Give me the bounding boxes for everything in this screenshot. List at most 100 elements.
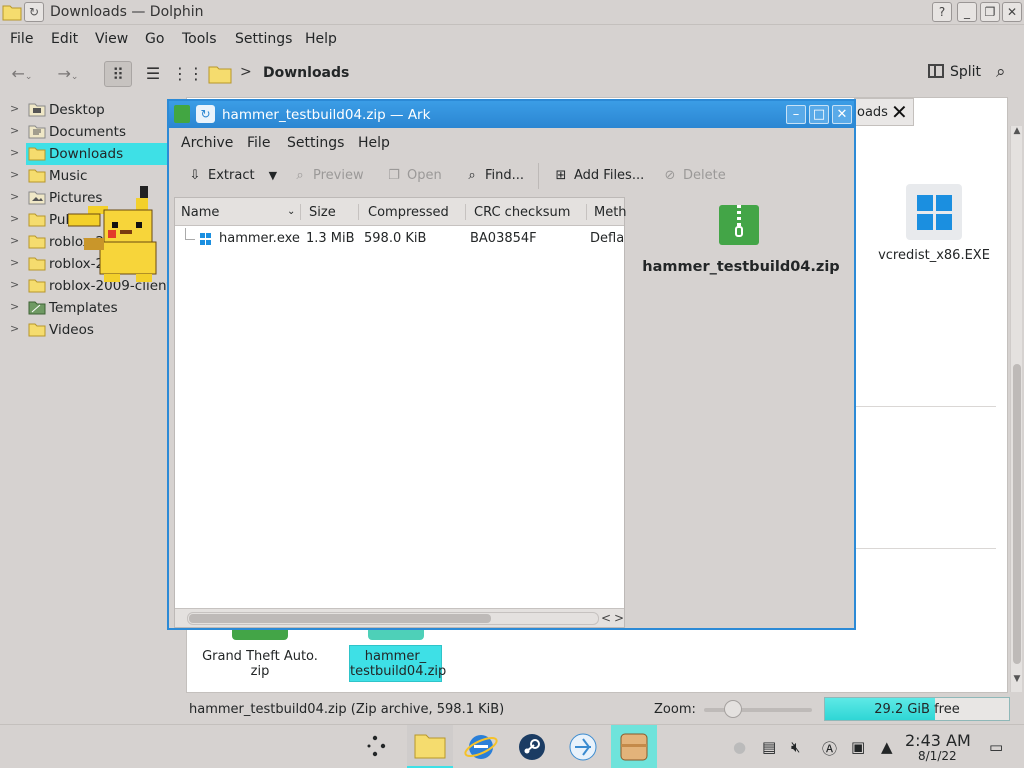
chevron-right-icon[interactable]: > (10, 256, 19, 269)
network-icon[interactable]: ▣ (851, 738, 865, 756)
menu-go[interactable]: Go (145, 31, 164, 47)
menu-view[interactable]: View (95, 31, 128, 47)
sidebar-item-documents[interactable]: > Documents (0, 121, 180, 143)
chevron-right-icon[interactable]: > (10, 322, 19, 335)
add-files-button[interactable]: ⊞ Add Files... (552, 168, 645, 183)
task-discover[interactable] (560, 725, 606, 768)
extract-button[interactable]: ⇩ Extract ▼ (186, 168, 277, 183)
selected-label: hammer_ testbuild04.zip (349, 645, 446, 682)
clock-date[interactable]: 8/1/22 (918, 749, 957, 763)
minimize-button[interactable]: _ (957, 2, 977, 22)
menu-settings[interactable]: Settings (287, 135, 344, 151)
task-dolphin[interactable] (407, 725, 453, 768)
column-method[interactable]: Meth (594, 205, 627, 220)
chevron-right-icon[interactable]: > (10, 300, 19, 313)
pin-icon[interactable]: ↻ (196, 105, 215, 123)
delete-label: Delete (683, 168, 726, 183)
show-desktop-icon[interactable]: ▭ (989, 738, 1003, 756)
back-icon[interactable]: ←⌄ (8, 61, 36, 87)
sidebar-item-label: Desktop (49, 102, 105, 118)
sidebar-item-videos[interactable]: > Videos (0, 319, 180, 341)
chevron-right-icon[interactable]: > (10, 234, 19, 247)
pikachu-sprite[interactable] (68, 186, 164, 286)
chevron-right-icon[interactable]: > (10, 168, 19, 181)
file-gta-zip[interactable]: Grand Theft Auto. zip (200, 628, 320, 679)
sidebar-item-desktop[interactable]: > Desktop (0, 99, 180, 121)
close-button[interactable]: ✕ (1002, 2, 1022, 22)
menu-settings[interactable]: Settings (235, 31, 292, 47)
sidebar-item-templates[interactable]: > Templates (0, 297, 180, 319)
menu-tools[interactable]: Tools (182, 31, 217, 47)
volume-muted-icon[interactable]: 🔇︎ (791, 738, 800, 756)
open-button[interactable]: ❐ Open (385, 168, 442, 183)
delete-button[interactable]: ⊘ Delete (661, 168, 726, 183)
compact-view-icon[interactable]: ☰ (139, 61, 167, 87)
icons-view-icon[interactable]: ⠿ (104, 61, 132, 87)
chevron-down-icon[interactable]: ▼ (269, 169, 277, 182)
keyboard-layout-icon[interactable]: Ⓐ (822, 738, 837, 759)
scroll-left-icon[interactable]: < (601, 611, 611, 625)
ark-window: ↻ hammer_testbuild04.zip — Ark – □ ✕ Arc… (167, 99, 856, 630)
file-vcredist[interactable]: vcredist_x86.EXE (878, 184, 990, 263)
chevron-right-icon[interactable]: > (10, 212, 19, 225)
clipboard-icon[interactable]: ▤ (762, 738, 776, 756)
search-icon[interactable]: ⌕ (996, 62, 1006, 82)
task-steam[interactable] (509, 725, 555, 768)
vertical-scrollbar[interactable]: ▲ ▼ (1010, 126, 1022, 692)
find-button[interactable]: ⌕ Find... (463, 168, 524, 183)
column-crc[interactable]: CRC checksum (474, 205, 570, 220)
chevron-right-icon[interactable]: > (10, 278, 19, 291)
minimize-button[interactable]: – (786, 105, 806, 124)
zoom-slider-handle[interactable] (724, 700, 742, 718)
file-hammer-zip[interactable]: hammer_ testbuild04.zip (349, 628, 446, 682)
tray-dot-icon[interactable]: ● (733, 738, 746, 756)
chevron-right-icon[interactable]: > (10, 102, 19, 115)
sidebar-item-downloads[interactable]: > Downloads (10, 143, 168, 165)
sidebar-item-music[interactable]: > Music (0, 165, 180, 187)
menu-edit[interactable]: Edit (51, 31, 78, 47)
dolphin-titlebar: ↻ Downloads — Dolphin ? _ ❐ ✕ (0, 0, 1024, 25)
task-internet-explorer[interactable] (458, 725, 504, 768)
chevron-right-icon[interactable]: > (10, 190, 19, 203)
menu-help[interactable]: Help (305, 31, 337, 47)
toolbar-separator (538, 163, 539, 189)
menu-archive[interactable]: Archive (181, 135, 233, 151)
restore-button[interactable]: ❐ (980, 2, 1000, 22)
split-button[interactable]: Split (928, 64, 981, 80)
breadcrumb[interactable]: Downloads (263, 65, 349, 81)
menu-file[interactable]: File (247, 135, 270, 151)
column-compressed[interactable]: Compressed (368, 205, 449, 220)
details-view-icon[interactable]: ⋮⋮ (172, 61, 204, 87)
forward-icon[interactable]: →⌄ (54, 61, 82, 87)
zoom-slider[interactable] (704, 708, 812, 712)
menu-file[interactable]: File (10, 31, 33, 47)
scroll-right-icon[interactable]: > (614, 611, 624, 625)
scroll-down-icon[interactable]: ▼ (1011, 674, 1023, 684)
chevron-right-icon[interactable]: > (240, 64, 252, 80)
chevron-right-icon[interactable]: > (10, 146, 19, 159)
help-window-button[interactable]: ? (932, 2, 952, 22)
scroll-up-icon[interactable]: ▲ (1011, 126, 1023, 136)
menu-help[interactable]: Help (358, 135, 390, 151)
pin-icon[interactable]: ↻ (24, 2, 44, 22)
maximize-button[interactable]: □ (809, 105, 829, 124)
horizontal-scrollbar[interactable]: < > (175, 608, 624, 627)
tray-expand-icon[interactable]: ▲ (881, 738, 893, 756)
clock-time[interactable]: 2:43 AM (905, 731, 971, 750)
scrollbar-thumb[interactable] (1013, 364, 1021, 664)
tab-downloads[interactable]: oads ✕ (854, 98, 914, 126)
preview-button[interactable]: ⌕ Preview (291, 168, 363, 183)
column-size[interactable]: Size (309, 205, 336, 220)
free-space-bar[interactable]: 29.2 GiB free (824, 697, 1010, 721)
table-row[interactable]: hammer.exe 1.3 MiB 598.0 KiB BA03854F De… (175, 228, 624, 250)
column-name[interactable]: Name (181, 205, 219, 220)
task-ark[interactable] (611, 725, 657, 768)
app-launcher[interactable] (356, 725, 402, 768)
close-tab-icon[interactable]: ✕ (891, 100, 908, 124)
chevron-right-icon[interactable]: > (10, 124, 19, 137)
sort-chevron-icon[interactable]: ⌄ (287, 206, 295, 217)
scrollbar-thumb[interactable] (189, 614, 491, 623)
sidebar-item-label: Downloads (49, 146, 124, 162)
archive-file-list[interactable]: Name ⌄ Size Compressed CRC checksum Meth… (174, 197, 627, 628)
close-button[interactable]: ✕ (832, 105, 852, 124)
